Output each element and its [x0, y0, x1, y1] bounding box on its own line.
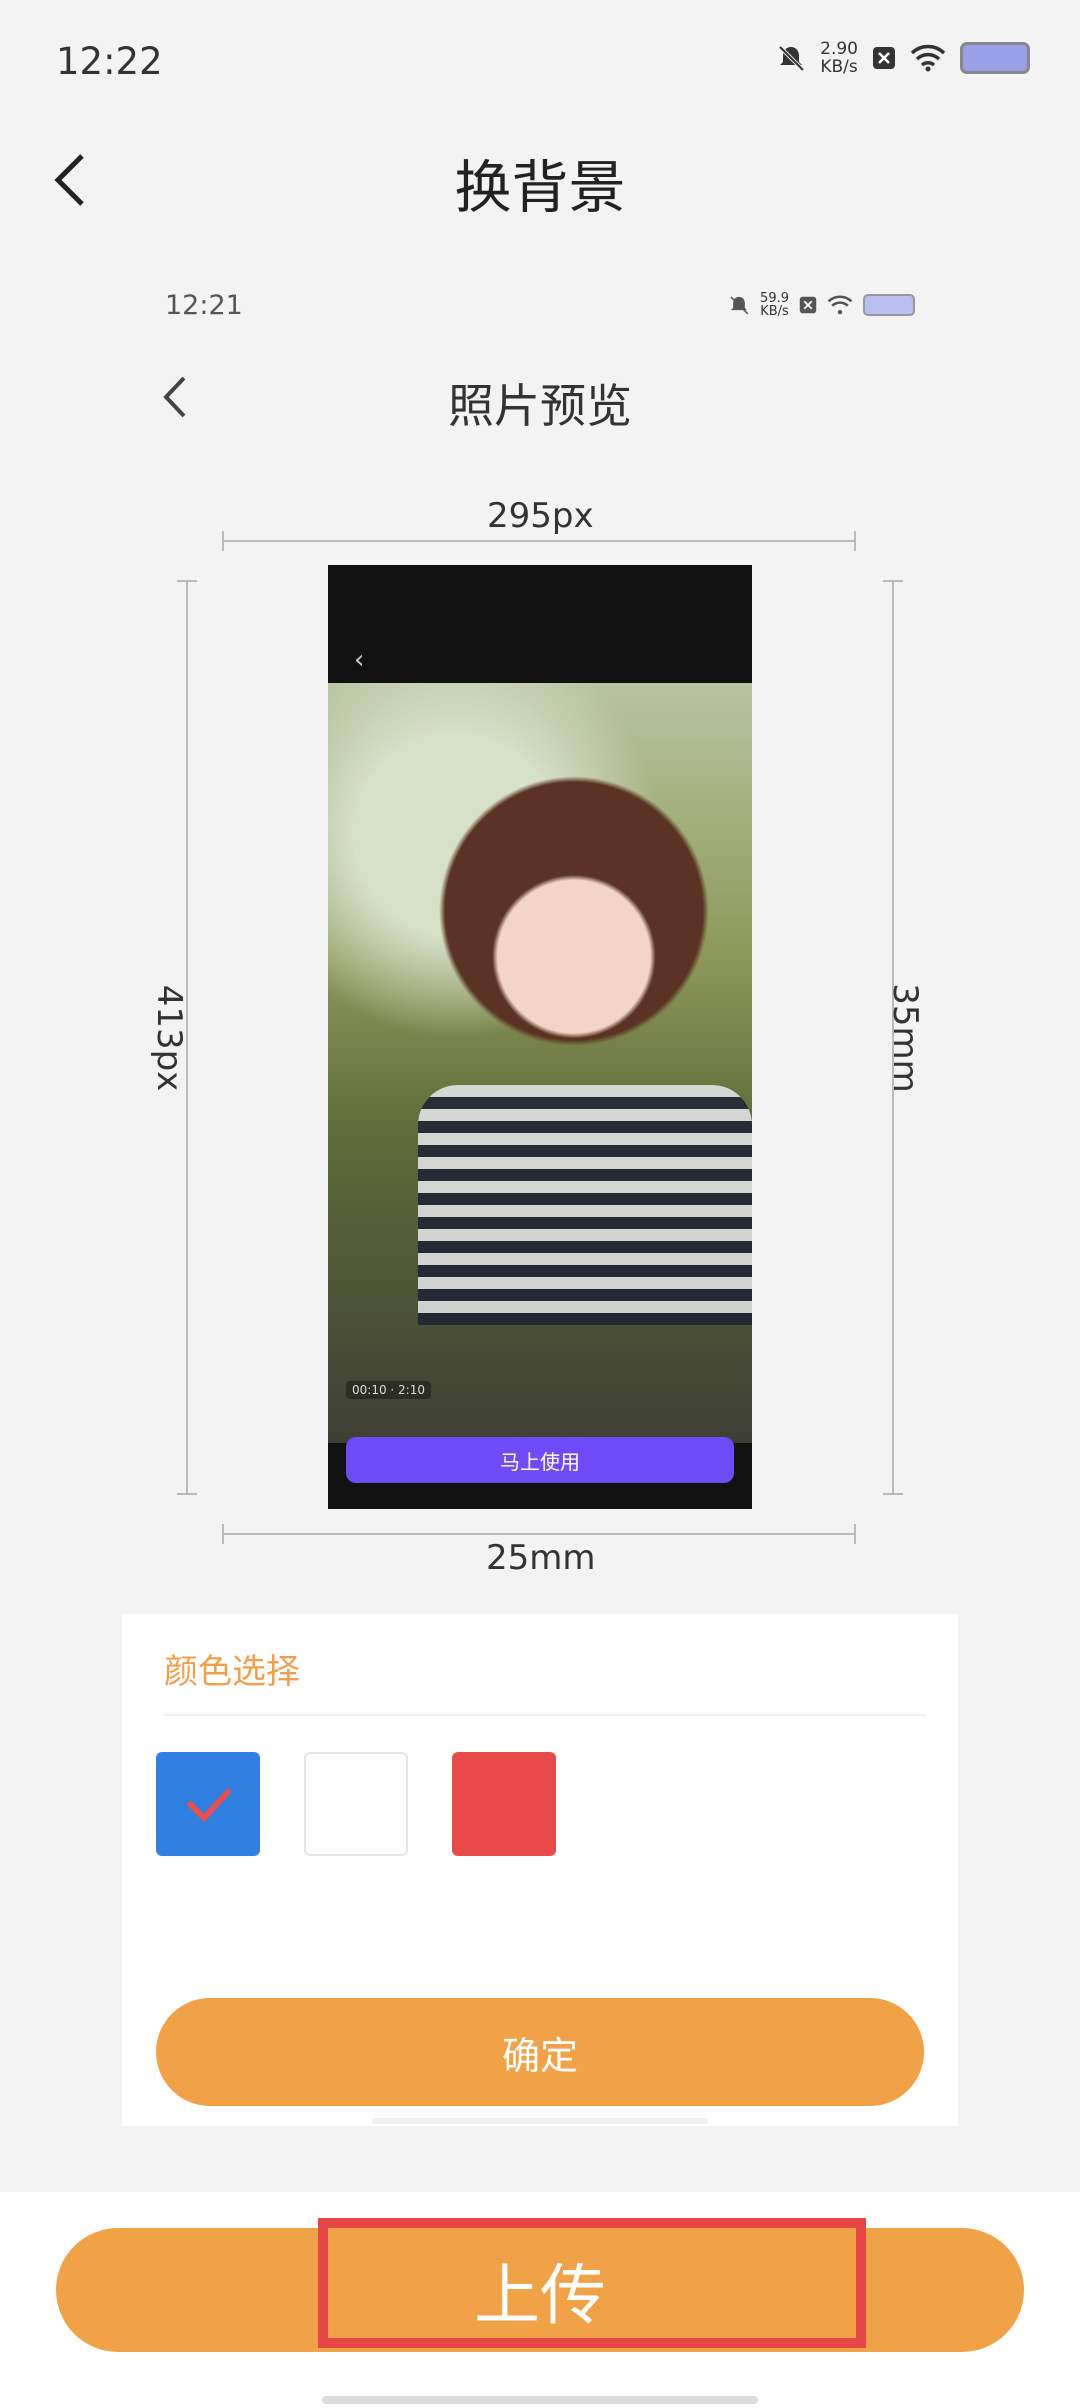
swatch-white[interactable] — [304, 1752, 408, 1856]
photo-back-icon: ‹ — [354, 645, 365, 675]
portrait-shirt — [418, 1085, 752, 1325]
tick — [222, 1524, 224, 1544]
battery-icon — [960, 42, 1030, 74]
photo-timer: 00:10 · 2:10 — [346, 1381, 431, 1399]
status-bar: 12:22 2.90 KB/s — [0, 0, 1080, 120]
tick — [222, 531, 224, 551]
bottom-dimension-line — [222, 1533, 856, 1535]
preview-network-speed: 59.9 KB/s — [760, 291, 789, 319]
swatch-blue[interactable] — [156, 1752, 260, 1856]
wifi-icon — [910, 44, 946, 72]
preview-home-indicator — [372, 2118, 708, 2124]
tick — [854, 1524, 856, 1544]
photo-preview: ‹ 00:10 · 2:10 马上使用 — [328, 565, 752, 1509]
tick — [177, 580, 197, 582]
network-speed: 2.90 KB/s — [820, 39, 858, 77]
height-mm-label: 35mm — [885, 983, 925, 1093]
preview-bell-muted-icon — [730, 296, 749, 315]
checkmark-icon — [187, 1789, 231, 1823]
photo-use-button: 马上使用 — [346, 1437, 734, 1483]
preview-close-box-icon — [799, 296, 817, 314]
status-icons: 2.90 KB/s — [776, 40, 1030, 76]
bell-muted-icon — [778, 45, 805, 72]
preview-battery-icon — [863, 294, 915, 316]
confirm-button[interactable]: 确定 — [156, 1998, 924, 2106]
color-panel-title: 颜色选择 — [164, 1652, 300, 1692]
page-title: 换背景 — [454, 155, 626, 221]
tick — [883, 580, 903, 582]
divider — [164, 1714, 926, 1716]
preview-status-icons: 59.9 KB/s — [728, 292, 915, 318]
status-time: 12:22 — [56, 40, 163, 83]
home-indicator — [322, 2396, 758, 2404]
preview-status-time: 12:21 — [165, 290, 243, 321]
height-px-label: 413px — [149, 984, 189, 1092]
portrait-image — [328, 683, 752, 1443]
swatch-red[interactable] — [452, 1752, 556, 1856]
preview-title: 照片预览 — [448, 379, 632, 433]
tick — [177, 1493, 197, 1495]
width-mm-label: 25mm — [486, 1538, 596, 1578]
top-dimension-line — [222, 540, 856, 542]
close-box-icon — [873, 47, 895, 69]
width-px-label: 295px — [487, 496, 594, 536]
preview-wifi-icon — [827, 295, 853, 315]
highlight-box — [318, 2218, 866, 2348]
tick — [854, 531, 856, 551]
tick — [883, 1493, 903, 1495]
